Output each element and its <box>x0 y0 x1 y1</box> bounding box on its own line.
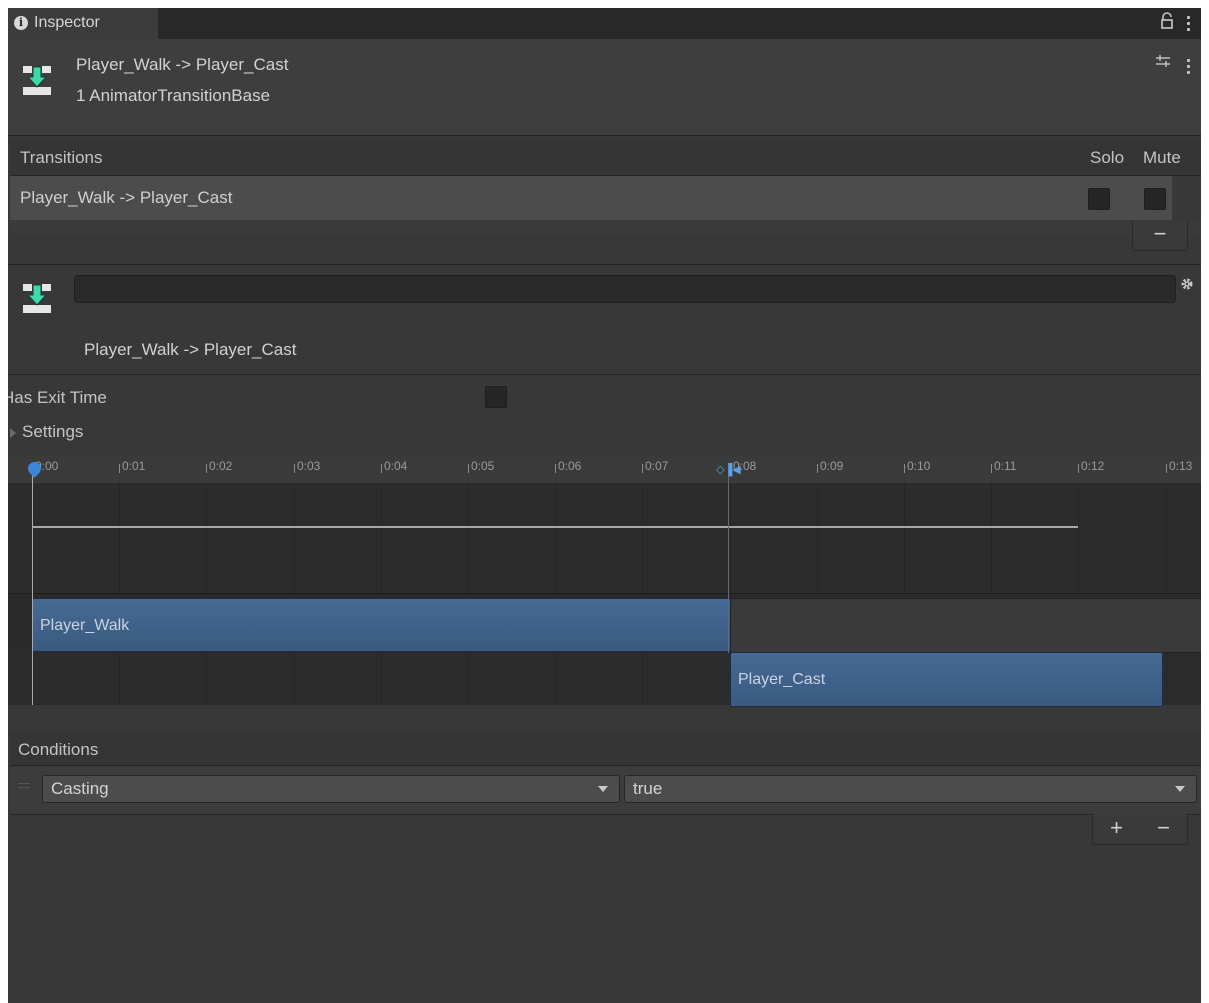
transition-item-label: Player_Walk -> Player_Cast <box>20 188 233 207</box>
solo-checkbox[interactable] <box>1088 188 1110 210</box>
remove-transition-button[interactable]: − <box>1133 220 1187 248</box>
settings-foldout-arrow-icon[interactable] <box>10 428 16 438</box>
tab-label: Inspector <box>34 14 100 31</box>
drag-handle-icon[interactable] <box>18 783 30 791</box>
transition-marker-line <box>728 463 729 653</box>
separator <box>8 264 1201 265</box>
tick-mark <box>904 464 905 473</box>
remove-condition-button[interactable]: − <box>1140 814 1187 842</box>
tick-label: 0:04 <box>384 459 408 473</box>
conditions-list-header: Conditions <box>10 733 1201 766</box>
tick-label: 0:05 <box>471 459 495 473</box>
transition-list-item[interactable]: Player_Walk -> Player_Cast <box>10 176 1172 220</box>
add-condition-button[interactable]: + <box>1093 814 1140 842</box>
info-icon: i <box>14 16 28 30</box>
tick-mark <box>119 464 120 473</box>
condition-parameter-value: Casting <box>51 779 109 798</box>
condition-value-value: true <box>633 779 663 798</box>
source-clip-label: Player_Walk <box>40 617 130 634</box>
tick-label: 0:03 <box>297 459 321 473</box>
tick-label: 0:01 <box>122 459 146 473</box>
tick-label: 0:13 <box>1169 459 1193 473</box>
playhead-line <box>32 463 33 705</box>
transitions-label: Transitions <box>20 148 103 167</box>
header-title: Player_Walk -> Player_Cast <box>76 55 289 74</box>
header-subtitle: 1 AnimatorTransitionBase <box>76 86 271 105</box>
tab-inspector[interactable]: i Inspector <box>8 8 158 39</box>
mute-checkbox[interactable] <box>1144 188 1166 210</box>
tick-mark <box>294 464 295 473</box>
transitions-list-header: Transitions Solo Mute <box>10 141 1201 176</box>
tick-label: 0:12 <box>1081 459 1105 473</box>
destination-clip-bar[interactable]: Player_Cast <box>730 652 1163 707</box>
solo-label: Solo <box>1090 148 1125 167</box>
tick-mark <box>817 464 818 473</box>
transition-start-handle-icon[interactable]: ◇▐◀ <box>716 463 741 476</box>
tab-bar: i Inspector <box>8 8 1201 39</box>
dropdown-arrow-icon <box>1175 786 1185 792</box>
tick-label: 0:09 <box>820 459 844 473</box>
settings-foldout-label[interactable]: Settings <box>22 422 83 442</box>
tick-mark <box>381 464 382 473</box>
tick-label: 0:02 <box>209 459 233 473</box>
tick-label: 0:10 <box>907 459 931 473</box>
more-options-icon[interactable] <box>1187 16 1191 34</box>
tick-mark <box>642 464 643 473</box>
inspector-header: Player_Walk -> Player_Cast 1 AnimatorTra… <box>8 39 1201 136</box>
list-empty-area <box>10 220 1201 236</box>
tick-mark <box>1166 464 1167 473</box>
has-exit-time-checkbox[interactable] <box>485 386 507 408</box>
preset-sliders-icon[interactable] <box>1155 53 1171 74</box>
inspector-window: i Inspector Player_Walk -> Player_Cast 1… <box>8 8 1201 1003</box>
separator <box>8 374 1201 375</box>
mute-label: Mute <box>1143 148 1181 167</box>
transition-label: Player_Walk -> Player_Cast <box>84 340 297 359</box>
condition-list-item[interactable]: Casting true <box>10 766 1201 815</box>
conditions-footer: + − <box>1092 814 1188 845</box>
dropdown-arrow-icon <box>598 786 608 792</box>
lock-icon[interactable] <box>1160 12 1174 35</box>
has-exit-time-label: Has Exit Time <box>8 388 107 407</box>
tick-mark <box>991 464 992 473</box>
transition-icon <box>22 63 52 97</box>
transition-icon <box>22 281 52 315</box>
tick-label: 0:07 <box>645 459 669 473</box>
tick-mark <box>206 464 207 473</box>
source-clip-remainder <box>730 598 1201 653</box>
condition-parameter-dropdown[interactable]: Casting <box>42 775 620 803</box>
conditions-label: Conditions <box>18 740 99 759</box>
header-more-icon[interactable] <box>1187 59 1191 77</box>
transition-curve <box>32 526 1078 528</box>
tick-label: 0:06 <box>558 459 582 473</box>
gear-icon[interactable] <box>1180 276 1194 296</box>
tick-mark <box>468 464 469 473</box>
source-clip-bar[interactable]: Player_Walk <box>32 598 731 652</box>
timeline-ruler[interactable]: 0:00 0:01 0:02 0:03 0:04 0:05 0:06 0:07 0:08 0:09… <box>8 455 1201 483</box>
transitions-footer: − <box>1132 220 1188 251</box>
tick-mark <box>555 464 556 473</box>
transition-name-field[interactable] <box>74 275 1176 303</box>
condition-value-dropdown[interactable]: true <box>624 775 1197 803</box>
tick-label: 0:11 <box>994 459 1017 473</box>
destination-clip-label: Player_Cast <box>738 671 826 688</box>
tick-mark <box>1078 464 1079 473</box>
